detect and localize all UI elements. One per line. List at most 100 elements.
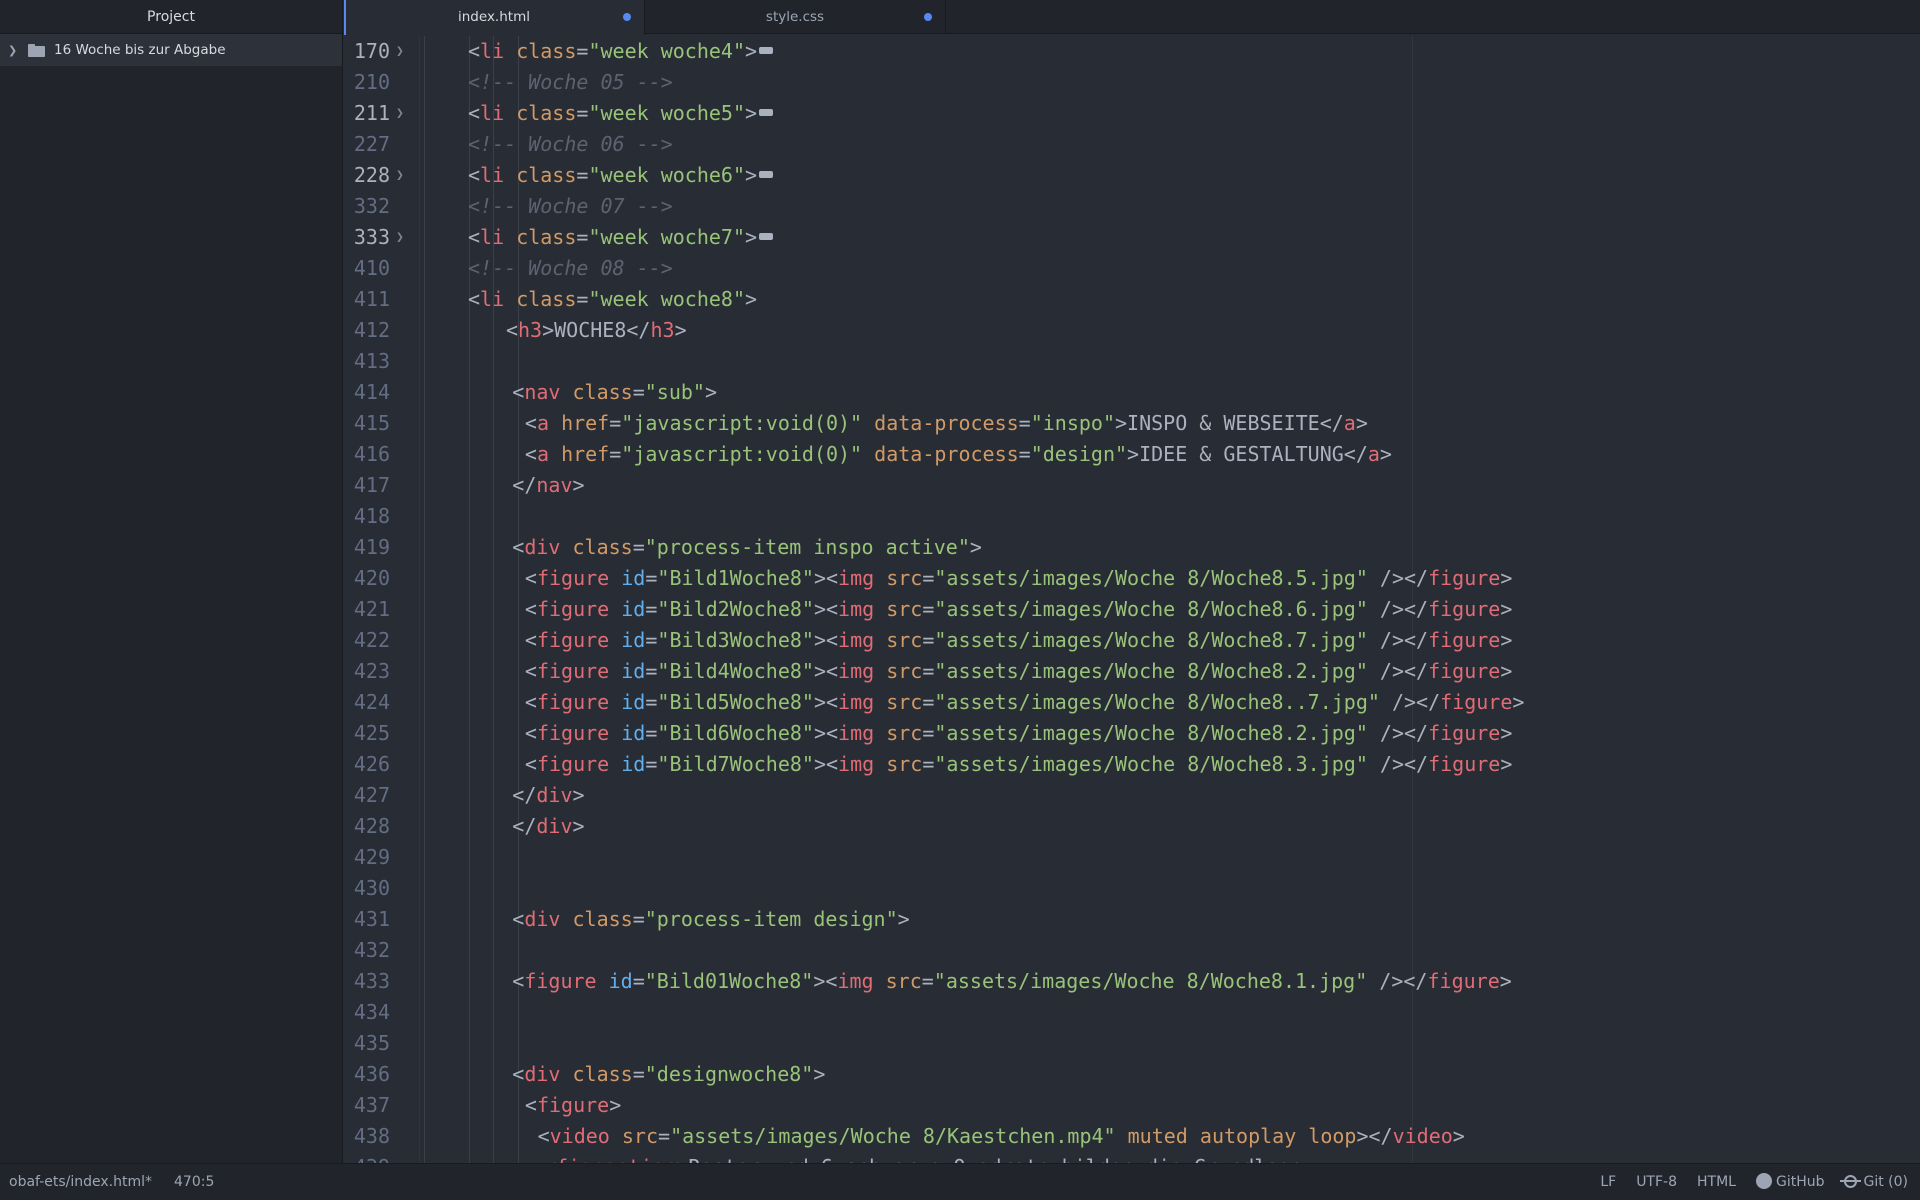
line-number[interactable]: 429 (344, 842, 390, 873)
line-number[interactable]: 332 (344, 191, 390, 222)
code-line[interactable]: 418 (344, 501, 1920, 532)
fold-chevron-icon[interactable]: ❯ (396, 98, 404, 129)
code-line[interactable]: 431 <div class="process-item design"> (344, 904, 1920, 935)
line-number[interactable]: 430 (344, 873, 390, 904)
tab-style-css[interactable]: style.css (645, 0, 946, 34)
code-line[interactable]: 413 (344, 346, 1920, 377)
line-number[interactable]: 423 (344, 656, 390, 687)
line-number[interactable]: 417 (344, 470, 390, 501)
token: "assets/images/Woche 8/Woche8..7.jpg" (934, 690, 1380, 714)
code-line[interactable]: 438 <video src="assets/images/Woche 8/Kae… (344, 1121, 1920, 1152)
line-number[interactable]: 435 (344, 1028, 390, 1059)
line-number[interactable]: 427 (344, 780, 390, 811)
code-line[interactable]: 435 (344, 1028, 1920, 1059)
line-number[interactable]: 433 (344, 966, 390, 997)
code-line[interactable]: 439 <figcaption>Raster und 6 schwarze Qua… (344, 1152, 1920, 1163)
folded-code-marker[interactable] (759, 171, 774, 178)
line-number[interactable]: 439 (344, 1152, 390, 1163)
line-number[interactable]: 414 (344, 377, 390, 408)
line-number[interactable]: 420 (344, 563, 390, 594)
line-number[interactable]: 436 (344, 1059, 390, 1090)
code-line[interactable]: 432 (344, 935, 1920, 966)
line-number[interactable]: 211 (344, 98, 390, 129)
code-line[interactable]: 415 <a href="javascript:void(0)" data-pro… (344, 408, 1920, 439)
line-number[interactable]: 170 (344, 36, 390, 67)
code-line[interactable]: 420 <figure id="Bild1Woche8"><img src="as… (344, 563, 1920, 594)
line-number[interactable]: 432 (344, 935, 390, 966)
code-line[interactable]: 424 <figure id="Bild5Woche8"><img src="as… (344, 687, 1920, 718)
code-text: <h3>WOCHE8</h3> (506, 315, 687, 346)
code-line[interactable]: 210 <!-- Woche 05 --> (344, 67, 1920, 98)
code-line[interactable]: 422 <figure id="Bild3Woche8"><img src="as… (344, 625, 1920, 656)
code-line[interactable]: 423 <figure id="Bild4Woche8"><img src="as… (344, 656, 1920, 687)
code-line[interactable]: 414 <nav class="sub"> (344, 377, 1920, 408)
git-button[interactable]: Git (0) (1840, 1164, 1908, 1200)
project-panel-title[interactable]: Project (0, 0, 342, 34)
line-number[interactable]: 425 (344, 718, 390, 749)
line-number[interactable]: 434 (344, 997, 390, 1028)
line-number[interactable]: 422 (344, 625, 390, 656)
chevron-right-icon[interactable]: ❯ (8, 44, 22, 57)
line-number[interactable]: 227 (344, 129, 390, 160)
code-line[interactable]: 411 <li class="week woche8"> (344, 284, 1920, 315)
code-line[interactable]: 417 </nav> (344, 470, 1920, 501)
code-line[interactable]: 421 <figure id="Bild2Woche8"><img src="as… (344, 594, 1920, 625)
code-line[interactable]: 427 </div> (344, 780, 1920, 811)
code-line[interactable]: 211 ❯ <li class="week woche5"> (344, 98, 1920, 129)
code-line[interactable]: 227 <!-- Woche 06 --> (344, 129, 1920, 160)
code-line[interactable]: 416 <a href="javascript:void(0)" data-pro… (344, 439, 1920, 470)
line-number[interactable]: 411 (344, 284, 390, 315)
line-number[interactable]: 410 (344, 253, 390, 284)
line-number[interactable]: 412 (344, 315, 390, 346)
code-line[interactable]: 332 <!-- Woche 07 --> (344, 191, 1920, 222)
line-number[interactable]: 419 (344, 532, 390, 563)
line-number[interactable]: 228 (344, 160, 390, 191)
code-editor[interactable]: 170 ❯ <li class="week woche4"> 210 <!-- Woch… (344, 36, 1920, 1163)
line-number[interactable]: 418 (344, 501, 390, 532)
cursor-position[interactable]: 470:5 (174, 1164, 214, 1200)
folded-code-marker[interactable] (759, 47, 774, 54)
line-number[interactable]: 428 (344, 811, 390, 842)
encoding-selector[interactable]: UTF-8 (1636, 1164, 1677, 1200)
code-line[interactable]: 228 ❯ <li class="week woche6"> (344, 160, 1920, 191)
line-ending-selector[interactable]: LF (1600, 1164, 1616, 1200)
line-number[interactable]: 416 (344, 439, 390, 470)
folded-code-marker[interactable] (759, 109, 774, 116)
line-number[interactable]: 431 (344, 904, 390, 935)
line-number[interactable]: 438 (344, 1121, 390, 1152)
github-button[interactable]: GitHub (1755, 1164, 1824, 1200)
code-line[interactable]: 412 <h3>WOCHE8</h3> (344, 315, 1920, 346)
code-line[interactable]: 434 (344, 997, 1920, 1028)
tree-item-folder[interactable]: ❯ 16 Woche bis zur Abgabe (0, 34, 342, 66)
line-number[interactable]: 413 (344, 346, 390, 377)
fold-chevron-icon[interactable]: ❯ (396, 222, 404, 253)
folded-code-marker[interactable] (759, 233, 774, 240)
code-line[interactable]: 436 <div class="designwoche8"> (344, 1059, 1920, 1090)
line-number[interactable]: 426 (344, 749, 390, 780)
code-text: <li class="week woche5"> (468, 98, 774, 129)
code-line[interactable]: 433 <figure id="Bild01Woche8"><img src="a… (344, 966, 1920, 997)
grammar-selector[interactable]: HTML (1697, 1164, 1736, 1200)
fold-chevron-icon[interactable]: ❯ (396, 36, 404, 67)
code-line[interactable]: 170 ❯ <li class="week woche4"> (344, 36, 1920, 67)
fold-chevron-icon[interactable]: ❯ (396, 160, 404, 191)
code-line[interactable]: 429 (344, 842, 1920, 873)
line-number[interactable]: 437 (344, 1090, 390, 1121)
line-number[interactable]: 415 (344, 408, 390, 439)
modified-dot-icon[interactable] (623, 13, 631, 21)
code-line[interactable]: 428 </div> (344, 811, 1920, 842)
line-number[interactable]: 421 (344, 594, 390, 625)
code-line[interactable]: 419 <div class="process-item inspo active… (344, 532, 1920, 563)
code-line[interactable]: 426 <figure id="Bild7Woche8"><img src="as… (344, 749, 1920, 780)
code-line[interactable]: 410 <!-- Woche 08 --> (344, 253, 1920, 284)
line-number[interactable]: 424 (344, 687, 390, 718)
tab-index-html[interactable]: index.html (344, 0, 645, 35)
line-number[interactable]: 210 (344, 67, 390, 98)
modified-dot-icon[interactable] (924, 13, 932, 21)
code-line[interactable]: 425 <figure id="Bild6Woche8"><img src="as… (344, 718, 1920, 749)
code-line[interactable]: 430 (344, 873, 1920, 904)
file-path[interactable]: obaf-ets/index.html* (9, 1164, 152, 1200)
line-number[interactable]: 333 (344, 222, 390, 253)
code-line[interactable]: 333 ❯ <li class="week woche7"> (344, 222, 1920, 253)
code-line[interactable]: 437 <figure> (344, 1090, 1920, 1121)
